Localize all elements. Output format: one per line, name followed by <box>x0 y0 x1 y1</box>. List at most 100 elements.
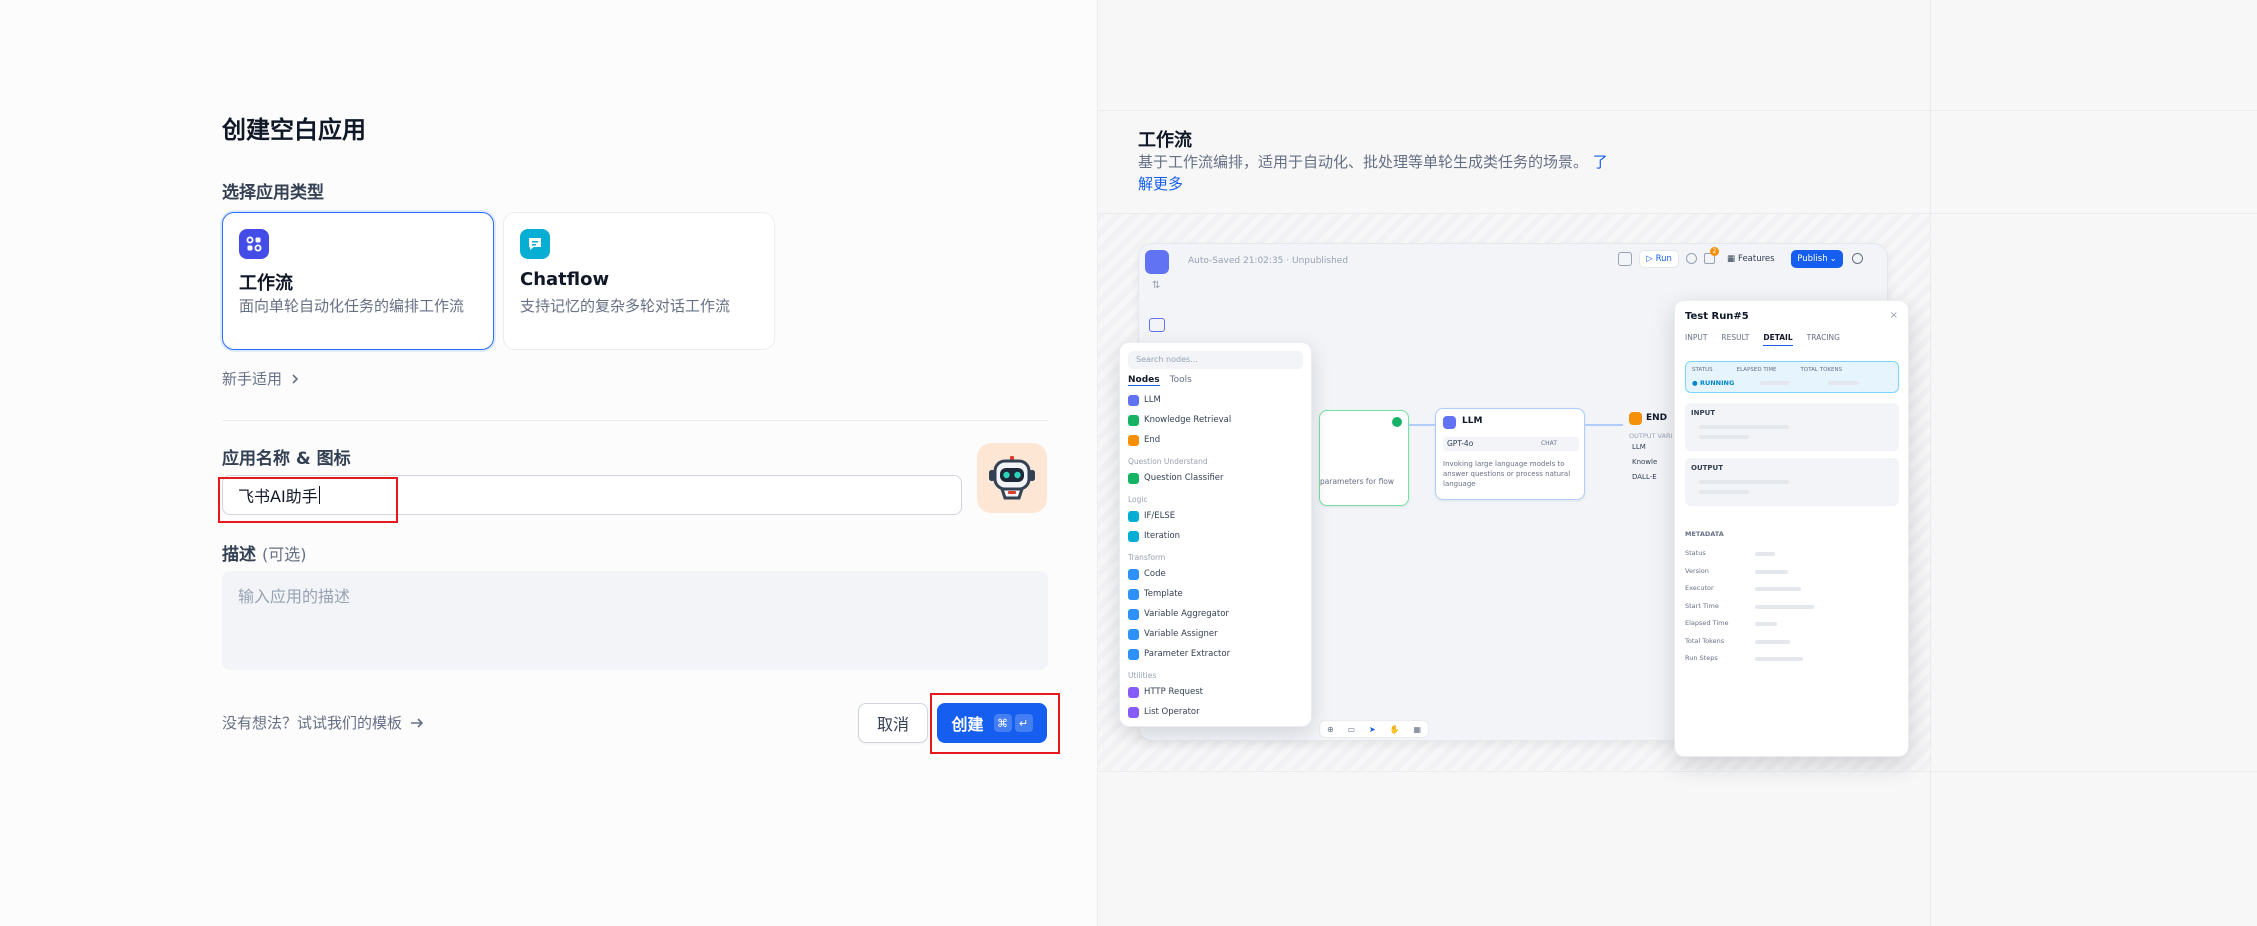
app-icon-picker[interactable] <box>977 443 1047 513</box>
node-search-placeholder: Search nodes... <box>1136 355 1198 364</box>
app-type-desc: 面向单轮自动化任务的编排工作流 <box>239 297 465 315</box>
run-output-box: OUTPUT <box>1685 458 1899 506</box>
llm-node-desc: Invoking large language models to answer… <box>1443 460 1571 488</box>
description-textarea[interactable]: 输入应用的描述 <box>222 571 1048 670</box>
status-header: TOTAL TOKENS <box>1800 367 1843 373</box>
placeholder-bar <box>1755 622 1777 626</box>
beginner-toggle[interactable]: 新手适用 <box>222 368 300 389</box>
tab-result: RESULT <box>1721 333 1750 342</box>
debug-icon <box>1618 252 1632 266</box>
node-list-label: Variable Assigner <box>1144 629 1218 639</box>
tab-nodes: Nodes <box>1128 375 1160 386</box>
tab-tracing: TRACING <box>1806 333 1840 342</box>
start-node: parameters for flow <box>1319 410 1409 506</box>
version-history-icon <box>1852 253 1863 264</box>
cancel-button[interactable]: 取消 <box>858 703 928 743</box>
node-list-item: Variable Aggregator <box>1128 604 1303 624</box>
features-icon: ▦ <box>1727 254 1736 264</box>
node-type-icon <box>1128 394 1139 406</box>
success-check-icon <box>1392 417 1402 427</box>
node-list-label: IF/ELSE <box>1144 511 1176 521</box>
cmd-key-icon: ⌘ <box>993 714 1012 732</box>
cancel-label: 取消 <box>876 715 909 734</box>
image-icon <box>1149 318 1165 332</box>
metadata-key: Elapsed Time <box>1685 619 1729 627</box>
end-node: END OUTPUT VARI LLM Knowle DALL-E <box>1629 412 1672 492</box>
node-list-item: Iteration <box>1128 526 1303 546</box>
description-label: 描述 (可选) <box>222 540 307 565</box>
node-type-icon <box>1128 648 1139 660</box>
node-list-label: HTTP Request <box>1144 687 1203 697</box>
grid-line <box>1098 771 2257 772</box>
preview-description: 基于工作流编排，适用于自动化、批处理等单轮生成类任务的场景。 了解更多 <box>1138 151 1618 195</box>
end-var: Knowle <box>1632 458 1658 466</box>
node-type-icon <box>1128 628 1139 640</box>
node-list-item: HTTP Request <box>1128 682 1303 702</box>
end-node-title: END <box>1646 413 1668 423</box>
edge-connector <box>1585 424 1623 426</box>
create-button[interactable]: 创建 ⌘ ↵ <box>937 703 1047 743</box>
status-running-text: RUNNING <box>1699 379 1735 387</box>
app-name-input[interactable]: 飞书AI助手 <box>222 475 962 515</box>
tab-input: INPUT <box>1685 333 1708 342</box>
node-list-item: LLM <box>1128 390 1303 410</box>
output-label: OUTPUT <box>1691 464 1723 472</box>
metadata-row: Elapsed Time <box>1685 619 1899 637</box>
node-list-item: Variable Assigner <box>1128 624 1303 644</box>
metadata-row: Status <box>1685 549 1899 567</box>
node-list: LLM Knowledge Retrieval End Question Unders… <box>1128 390 1303 722</box>
features-button: ▦ Features <box>1727 250 1783 268</box>
placeholder-bar <box>1755 587 1801 591</box>
divider <box>222 420 1048 421</box>
node-type-icon <box>1128 414 1139 426</box>
metadata-key: Run Steps <box>1685 654 1718 662</box>
add-node-panel: Search nodes... Nodes Tools LLM Knowledge… <box>1119 342 1312 727</box>
metadata-row: Total Tokens <box>1685 637 1899 655</box>
node-list-label: Iteration <box>1144 531 1181 541</box>
chevron-right-icon <box>292 373 299 384</box>
app-type-title: 工作流 <box>239 273 293 294</box>
metadata-list: Status Version Executor Start Time Elapsed T… <box>1685 549 1899 672</box>
play-icon: ▷ <box>1646 254 1653 264</box>
metadata-label: METADATA <box>1685 530 1724 538</box>
description-placeholder: 输入应用的描述 <box>238 587 351 606</box>
name-icon-label: 应用名称 & 图标 <box>222 449 351 469</box>
llm-node-title: LLM <box>1462 416 1483 426</box>
node-list-label: LLM <box>1144 395 1161 405</box>
beginner-label: 新手适用 <box>222 370 283 388</box>
placeholder-bar <box>1699 435 1749 439</box>
hand-icon: ✋ <box>1389 724 1400 734</box>
node-list-item: End <box>1128 430 1303 450</box>
checklist-badge: 2 <box>1710 247 1719 256</box>
placeholder-bar <box>1699 490 1749 494</box>
app-type-card-chatflow[interactable]: Chatflow 支持记忆的复杂多轮对话工作流 <box>503 212 775 350</box>
metadata-key: Executor <box>1685 584 1714 592</box>
node-list-item: Code <box>1128 564 1303 584</box>
status-running: ● RUNNING <box>1692 379 1735 387</box>
node-type-icon <box>1128 608 1139 620</box>
app-type-card-workflow[interactable]: 工作流 面向单轮自动化任务的编排工作流 <box>222 212 494 350</box>
node-list-label: Question Classifier <box>1144 473 1224 483</box>
status-header: ELAPSED TIME <box>1736 367 1777 373</box>
test-run-panel: Test Run#5 × INPUT RESULT DETAIL TRACING… <box>1674 300 1909 757</box>
node-list-label: Knowledge Retrieval <box>1144 415 1232 425</box>
placeholder-bar <box>1760 381 1790 385</box>
tab-detail: DETAIL <box>1763 333 1793 346</box>
preview-title: 工作流 <box>1138 130 1192 151</box>
chevron-down-icon: ⌄ <box>1829 254 1837 264</box>
run-panel-tabs: INPUT RESULT DETAIL TRACING <box>1685 333 1840 346</box>
template-link-text: 没有想法？试试我们的模板 <box>222 714 403 732</box>
node-list-label: List Operator <box>1144 707 1200 717</box>
publish-button: Publish ⌄ <box>1791 250 1843 268</box>
node-type-icon <box>1128 706 1139 718</box>
text-caret <box>318 486 320 504</box>
placeholder-bar <box>1755 657 1803 661</box>
template-link[interactable]: 没有想法？试试我们的模板 <box>222 712 424 733</box>
run-status-box: STATUS ELAPSED TIME TOTAL TOKENS ● RUNNI… <box>1685 361 1899 393</box>
metadata-row: Version <box>1685 567 1899 585</box>
run-input-box: INPUT <box>1685 403 1899 451</box>
metadata-key: Total Tokens <box>1685 636 1725 645</box>
node-type-icon <box>1128 472 1139 484</box>
node-list-item: List Operator <box>1128 702 1303 722</box>
add-node-icon: ⊕ <box>1326 724 1334 734</box>
